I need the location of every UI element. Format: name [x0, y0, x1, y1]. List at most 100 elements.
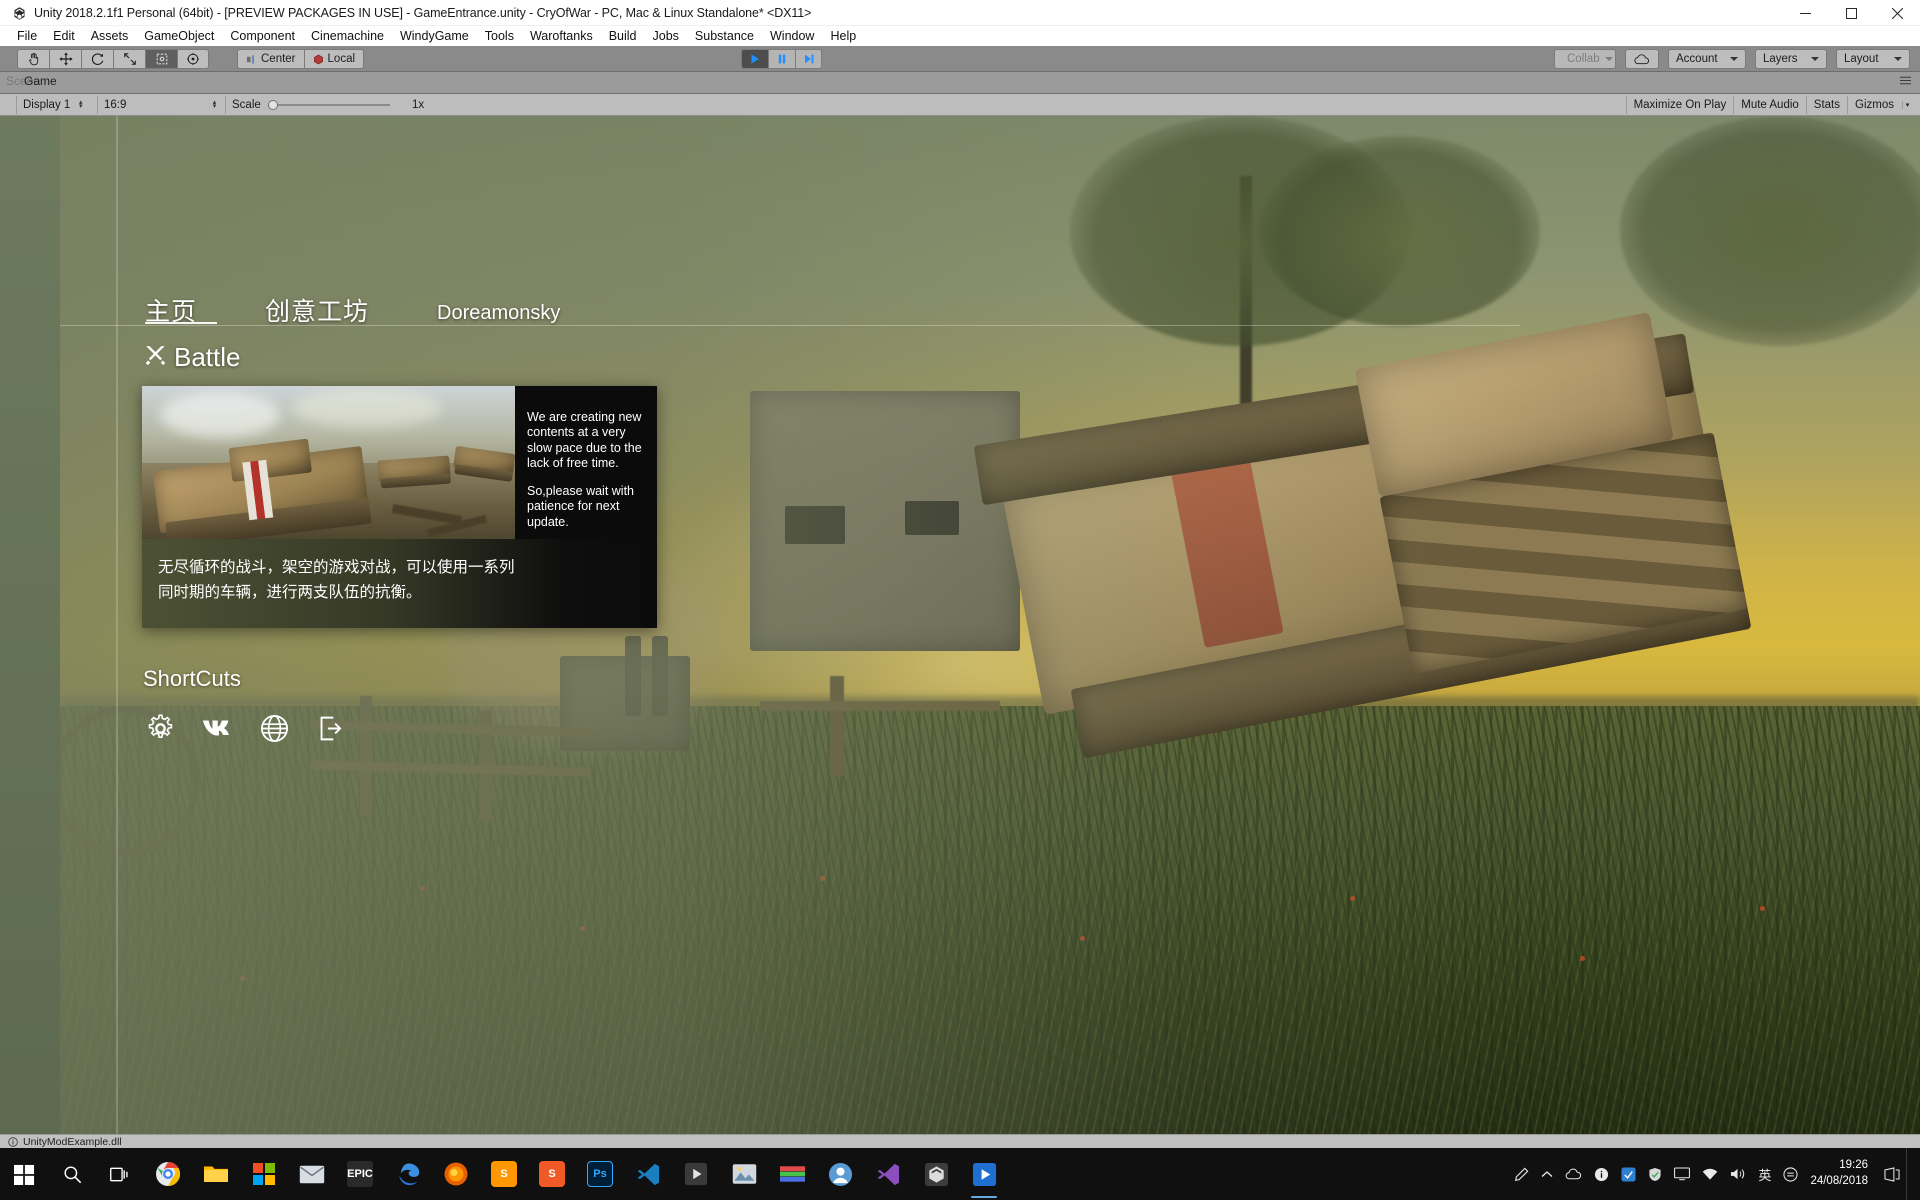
taskbar-app-chrome[interactable]: [144, 1148, 192, 1200]
firefox-icon: [444, 1162, 468, 1186]
layers-label: Layers: [1763, 53, 1798, 65]
scale-thumb[interactable]: [267, 99, 278, 110]
menu-file[interactable]: File: [9, 27, 45, 45]
website-shortcut[interactable]: [256, 710, 292, 746]
taskbar-app-sublime-text[interactable]: S: [480, 1148, 528, 1200]
transform-tool-button[interactable]: [177, 49, 209, 69]
taskbar-app-sublime-merge[interactable]: S: [528, 1148, 576, 1200]
maximize-on-play-toggle[interactable]: Maximize On Play: [1625, 96, 1734, 114]
menu-waroftanks[interactable]: Waroftanks: [522, 27, 601, 45]
pen-icon[interactable]: [1508, 1148, 1535, 1200]
taskbar-app-unity-player[interactable]: [960, 1148, 1008, 1200]
ime-icon[interactable]: [1777, 1148, 1804, 1200]
quit-shortcut[interactable]: [313, 710, 349, 746]
photos-icon: [732, 1164, 756, 1184]
taskbar-app-visual-studio-code[interactable]: [624, 1148, 672, 1200]
taskbar-app-user-app[interactable]: [816, 1148, 864, 1200]
taskbar-app-mail[interactable]: [288, 1148, 336, 1200]
volume-icon[interactable]: [1724, 1148, 1752, 1200]
taskbar-app-media-player[interactable]: [672, 1148, 720, 1200]
spectrum-icon: [779, 1166, 805, 1182]
menu-cinemachine[interactable]: Cinemachine: [303, 27, 392, 45]
taskbar-app-photoshop[interactable]: Ps: [576, 1148, 624, 1200]
stats-toggle[interactable]: Stats: [1805, 96, 1847, 114]
menu-build[interactable]: Build: [601, 27, 645, 45]
chevron-up-icon[interactable]: [1535, 1148, 1559, 1200]
taskbar-app-photos[interactable]: [720, 1148, 768, 1200]
settings-shortcut[interactable]: [142, 710, 178, 746]
shield-icon[interactable]: [1642, 1148, 1668, 1200]
play-button[interactable]: [741, 49, 768, 69]
handle-rotation-button[interactable]: Local: [303, 49, 365, 69]
minimize-icon[interactable]: [1782, 0, 1828, 26]
scale-slider[interactable]: [267, 99, 390, 110]
menu-help[interactable]: Help: [822, 27, 864, 45]
tab-strip-menu[interactable]: [1899, 75, 1912, 86]
aspect-dropdown[interactable]: 16:9 ▴ ▾: [98, 95, 226, 114]
start-button[interactable]: [0, 1148, 48, 1200]
onedrive-icon[interactable]: [1559, 1148, 1588, 1200]
scale-tool-button[interactable]: [113, 49, 145, 69]
battle-news-card[interactable]: We are creating new contents at a very s…: [142, 386, 657, 628]
menu-component[interactable]: Component: [222, 27, 303, 45]
pivot-mode-button[interactable]: Center: [237, 49, 304, 69]
monitor-icon[interactable]: [1668, 1148, 1696, 1200]
nav-tab-workshop[interactable]: 创意工坊: [265, 292, 369, 328]
show-desktop-button[interactable]: [1906, 1148, 1914, 1200]
notification-icon[interactable]: [1878, 1148, 1906, 1200]
taskbar-app-file-explorer[interactable]: [192, 1148, 240, 1200]
taskbar-app-color-app[interactable]: [768, 1148, 816, 1200]
gizmos-dropdown[interactable]: Gizmos ▾: [1847, 96, 1916, 114]
pause-icon: [778, 54, 786, 64]
scale-slider-group[interactable]: Scale: [226, 96, 406, 114]
taskbar-app-unity-editor[interactable]: [912, 1148, 960, 1200]
pivot-handle-group: Center Local: [237, 49, 365, 69]
tab-game[interactable]: Game: [24, 74, 57, 88]
task-view-button[interactable]: [96, 1148, 144, 1200]
cloud-button[interactable]: [1625, 49, 1659, 69]
menu-jobs[interactable]: Jobs: [645, 27, 687, 45]
info-badge-icon[interactable]: [1588, 1148, 1615, 1200]
hand-tool-button[interactable]: [17, 49, 49, 69]
menu-window[interactable]: Window: [762, 27, 822, 45]
menu-tools[interactable]: Tools: [477, 27, 522, 45]
step-button[interactable]: [795, 49, 822, 69]
windows-taskbar: EPIC S S Ps 英 19:26 24/08/2018: [0, 1148, 1920, 1200]
taskbar-app-edge-dev[interactable]: [384, 1148, 432, 1200]
gizmos-caret-icon[interactable]: ▾: [1902, 101, 1912, 109]
network-blue-icon[interactable]: [1615, 1148, 1642, 1200]
system-tray: 英 19:26 24/08/2018: [1508, 1148, 1920, 1200]
taskbar-app-epic-games[interactable]: EPIC: [336, 1148, 384, 1200]
menu-windygame[interactable]: WindyGame: [392, 27, 477, 45]
game-view[interactable]: 主页 创意工坊 Doreamonsky Battle We are creati…: [0, 116, 1920, 1134]
move-tool-button[interactable]: [49, 49, 81, 69]
window-controls: [1782, 0, 1920, 26]
handle-rotation-label: Local: [327, 53, 356, 65]
maximize-icon[interactable]: [1828, 0, 1874, 26]
pause-button[interactable]: [768, 49, 795, 69]
taskbar-app-microsoft-store[interactable]: [240, 1148, 288, 1200]
close-icon[interactable]: [1874, 0, 1920, 26]
collab-button[interactable]: Collab: [1554, 49, 1616, 69]
layout-button[interactable]: Layout: [1836, 49, 1910, 69]
layers-button[interactable]: Layers: [1755, 49, 1827, 69]
unity-status-bar[interactable]: UnityModExample.dll: [0, 1134, 1920, 1148]
menu-gameobject[interactable]: GameObject: [136, 27, 222, 45]
network-icon[interactable]: [1696, 1148, 1724, 1200]
search-button[interactable]: [48, 1148, 96, 1200]
taskbar-app-visual-studio[interactable]: [864, 1148, 912, 1200]
display-dropdown[interactable]: Display 1 ▴ ▾: [16, 95, 98, 114]
taskbar-app-firefox[interactable]: [432, 1148, 480, 1200]
mute-audio-toggle[interactable]: Mute Audio: [1733, 96, 1806, 114]
battle-heading: Battle: [174, 342, 241, 372]
vk-shortcut[interactable]: [199, 710, 235, 746]
rotate-tool-button[interactable]: [81, 49, 113, 69]
menu-assets[interactable]: Assets: [83, 27, 137, 45]
taskbar-clock[interactable]: 19:26 24/08/2018: [1804, 1148, 1878, 1200]
menu-substance[interactable]: Substance: [687, 27, 762, 45]
account-button[interactable]: Account: [1668, 49, 1746, 69]
ime-language-indicator[interactable]: 英: [1752, 1148, 1777, 1200]
scale-label: Scale: [232, 98, 261, 111]
rect-transform-tool-button[interactable]: [145, 49, 177, 69]
menu-edit[interactable]: Edit: [45, 27, 83, 45]
